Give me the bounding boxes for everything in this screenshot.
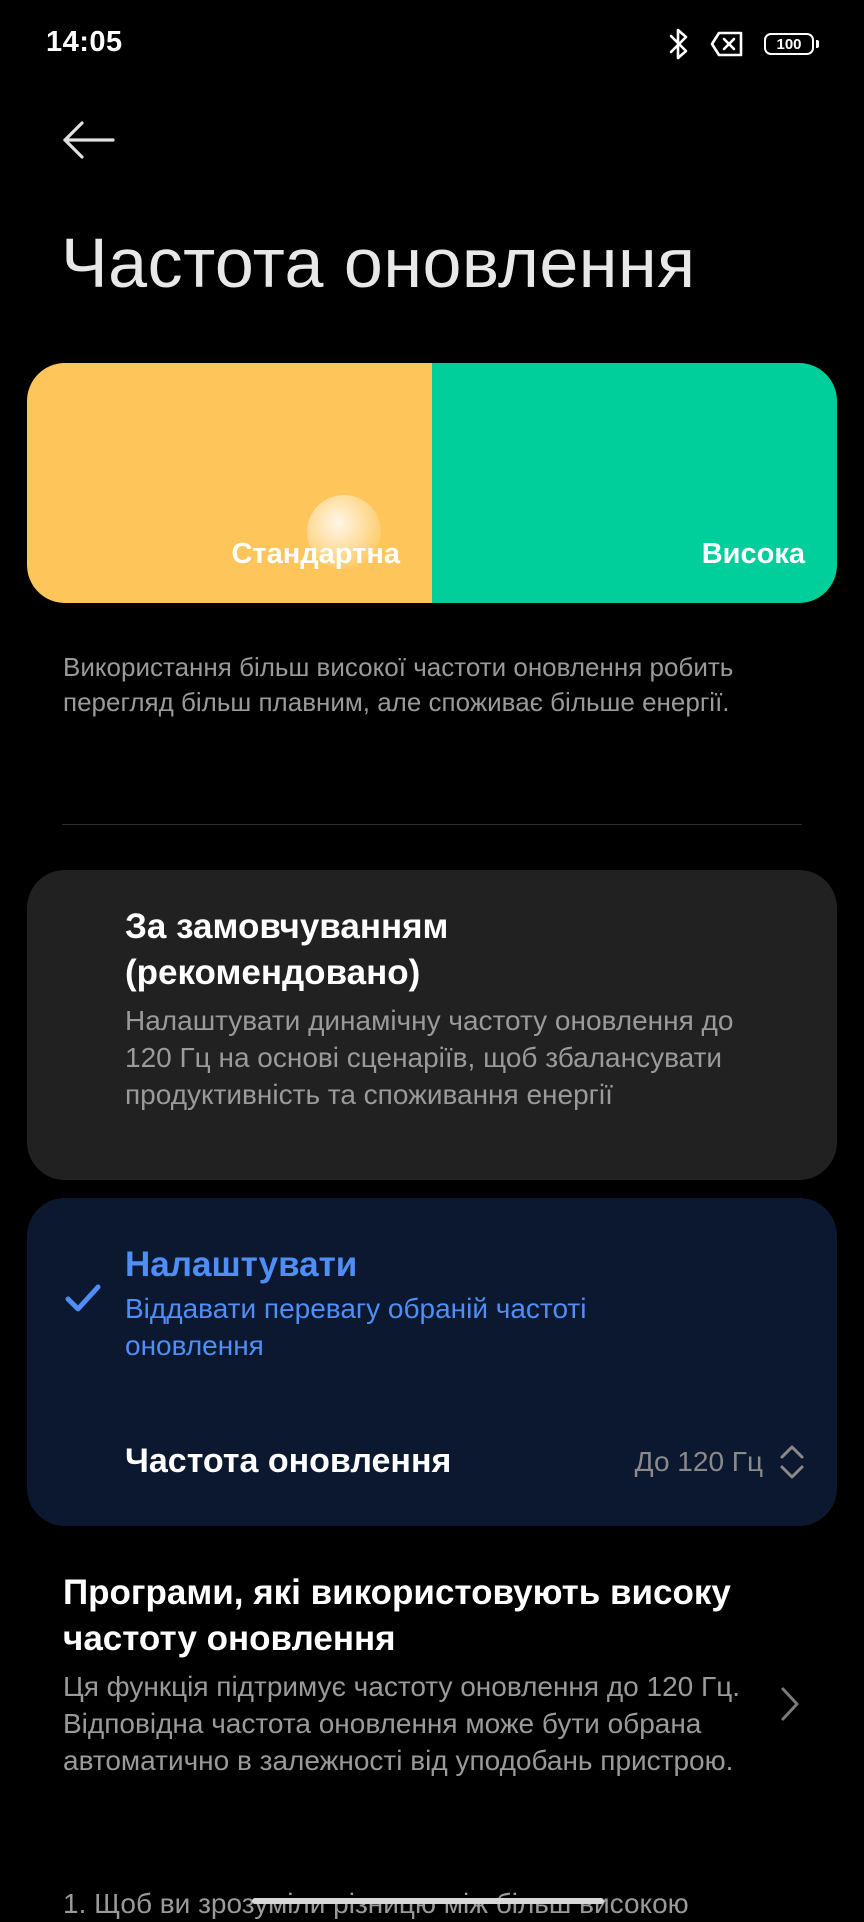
option-custom-subtitle: Віддавати перевагу обраній частоті оновл…: [125, 1293, 587, 1361]
check-icon: [65, 1284, 101, 1312]
status-time: 14:05: [46, 26, 123, 58]
option-default-subtitle: Налаштувати динамічну частоту оновлення …: [125, 1005, 734, 1110]
refresh-description: Використання більш високої частоти оновл…: [63, 652, 734, 717]
chevron-up-down-icon: [780, 1445, 804, 1479]
option-custom-title: Налаштувати: [125, 1245, 358, 1284]
mode-standard-button[interactable]: Стандартна: [27, 363, 432, 603]
battery-icon: 100: [764, 33, 819, 55]
arrow-left-icon: [63, 121, 115, 159]
home-indicator[interactable]: [252, 1898, 604, 1904]
refresh-rate-label: Частота оновлення: [125, 1442, 452, 1480]
refresh-mode-switch: Стандартна Висока: [27, 363, 837, 603]
apps-section-subtitle: Ця функція підтримує частоту оновлення д…: [63, 1671, 741, 1776]
option-custom-card[interactable]: Налаштувати Віддавати перевагу обраній ч…: [27, 1198, 837, 1526]
chevron-right-icon: [781, 1687, 799, 1721]
apps-section-title: Програми, які використовують високу част…: [63, 1573, 731, 1658]
refresh-rate-value: До 120 Гц: [634, 1446, 763, 1477]
refresh-rate-selector[interactable]: Частота оновлення До 120 Гц: [27, 1426, 837, 1506]
no-sim-icon: [710, 31, 743, 57]
page-title: Частота оновлення: [61, 224, 696, 302]
high-refresh-apps-item[interactable]: Програми, які використовують високу част…: [0, 1570, 864, 1830]
bluetooth-icon: [669, 28, 688, 60]
status-icons: 100: [668, 26, 819, 62]
battery-level: 100: [776, 35, 802, 53]
footnote-text: 1. Щоб ви зрозуміли різницю між більш ви…: [63, 1888, 689, 1919]
option-default-title: За замовчуванням (рекомендовано): [125, 907, 449, 992]
divider: [62, 824, 802, 825]
status-bar: 14:05 100: [0, 0, 864, 90]
option-default-card[interactable]: За замовчуванням (рекомендовано) Налашту…: [27, 870, 837, 1180]
mode-high-button[interactable]: Висока: [432, 363, 837, 603]
back-button[interactable]: [56, 112, 122, 168]
mode-high-label: Висока: [701, 538, 805, 570]
mode-standard-label: Стандартна: [231, 538, 400, 570]
